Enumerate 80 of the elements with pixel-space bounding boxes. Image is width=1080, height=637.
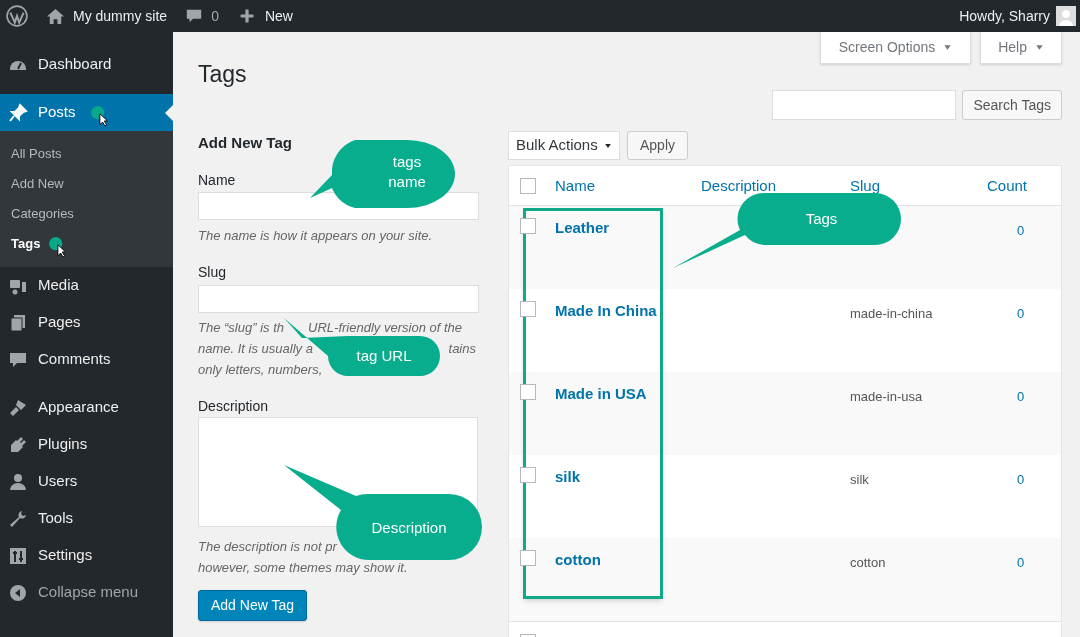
tag-name-link[interactable]: Made In China [555, 302, 657, 319]
help-text: only letters, numbers, [198, 361, 323, 379]
form-heading: Add New Tag [198, 133, 293, 153]
column-header[interactable]: Slug [850, 176, 881, 194]
plug-icon [8, 434, 28, 455]
wrench-icon [8, 508, 28, 529]
search-tags-button[interactable]: Search Tags [962, 90, 1062, 120]
count-link[interactable]: 0 [1017, 223, 1025, 238]
checkbox[interactable] [520, 177, 536, 194]
search-field[interactable] [772, 90, 957, 120]
slug-text: made-in-usa [850, 389, 923, 404]
sidebar-item[interactable]: Plugins [0, 426, 173, 463]
column-header[interactable]: Count [987, 176, 1028, 194]
help-text: however, some themes may show it. [198, 559, 408, 577]
sidebar-item[interactable]: Users [0, 463, 173, 500]
tag-name-link[interactable]: silk [555, 468, 581, 485]
submenu-item[interactable]: Add New [0, 169, 173, 199]
sidebar-item[interactable]: Settings [0, 537, 173, 574]
submenu-item[interactable]: Tags [0, 229, 173, 259]
checkbox[interactable] [520, 550, 536, 566]
help-text: The name is how it appears on your site. [198, 227, 433, 245]
field-label: Slug [198, 264, 227, 280]
help-text: The “slug” is th [198, 319, 284, 337]
sidebar-item[interactable]: Pages [0, 304, 173, 341]
slug-text: made-in-china [850, 306, 933, 321]
comments-link[interactable]: 0 [185, 5, 219, 27]
text-field[interactable] [198, 285, 479, 313]
count-link[interactable]: 0 [1017, 555, 1025, 570]
count-link[interactable]: 0 [1017, 306, 1025, 321]
submenu-item[interactable]: All Posts [0, 139, 173, 169]
sidebar-item[interactable]: Tools [0, 500, 173, 537]
page-title: Tags [198, 60, 247, 89]
caret-icon [1035, 43, 1044, 52]
sidebar-item[interactable]: Comments [0, 341, 173, 378]
site-link[interactable]: My dummy site [46, 5, 168, 27]
checkbox[interactable] [520, 218, 536, 234]
count-link[interactable]: 0 [1017, 389, 1025, 404]
current-item-notch [165, 105, 173, 121]
screen-options-button[interactable]: Screen Options [819, 32, 972, 64]
caret-icon [943, 43, 953, 52]
new-link[interactable]: New [238, 5, 293, 27]
checkbox[interactable] [520, 384, 536, 400]
home-icon [46, 6, 65, 26]
field-label: Description [198, 398, 269, 414]
user-icon [8, 471, 28, 492]
bulk-actions-select[interactable]: Bulk Actions [508, 131, 620, 160]
sidebar-item[interactable]: Posts [0, 94, 173, 131]
help-text: The description is not pr [198, 538, 337, 556]
tag-name-link[interactable]: Leather [555, 219, 610, 236]
checkbox[interactable] [520, 467, 536, 483]
help-button[interactable]: Help [980, 32, 1062, 64]
plus-icon [238, 8, 255, 24]
pushpin-icon [8, 102, 28, 123]
help-text: name. It is usually a [198, 340, 313, 358]
caret-icon [604, 141, 612, 150]
paintbrush-icon [8, 397, 28, 418]
sidebar-item[interactable]: Dashboard [0, 46, 173, 83]
collapse-menu-button[interactable]: Collapse menu [0, 574, 173, 611]
apply-button[interactable]: Apply [627, 131, 689, 160]
submenu-item[interactable]: Categories [0, 199, 173, 229]
avatar-icon [1056, 6, 1076, 26]
sidebar-item[interactable]: Appearance [0, 389, 173, 426]
pages-icon [8, 312, 28, 333]
field-label: Name [198, 172, 236, 188]
sidebar-item[interactable]: Media [0, 267, 173, 304]
slug-text: silk [850, 472, 869, 487]
collapse-icon [8, 582, 28, 603]
sliders-icon [8, 545, 28, 566]
tag-name-link[interactable]: cotton [555, 551, 601, 568]
help-text: tains [448, 340, 476, 358]
column-header[interactable]: Description [701, 176, 777, 194]
count-link[interactable]: 0 [1017, 472, 1025, 487]
help-text: URL-friendly version of the [308, 319, 462, 337]
checkbox[interactable] [520, 301, 536, 317]
wordpress-logo-icon[interactable] [6, 5, 28, 27]
column-header[interactable]: Name [555, 176, 595, 194]
slug-text: cotton [850, 555, 886, 570]
account-link[interactable]: Howdy, Sharry [959, 5, 1076, 27]
tag-name-link[interactable]: Made in USA [555, 385, 647, 402]
add-new-tag-button[interactable]: Add New Tag [198, 590, 307, 621]
